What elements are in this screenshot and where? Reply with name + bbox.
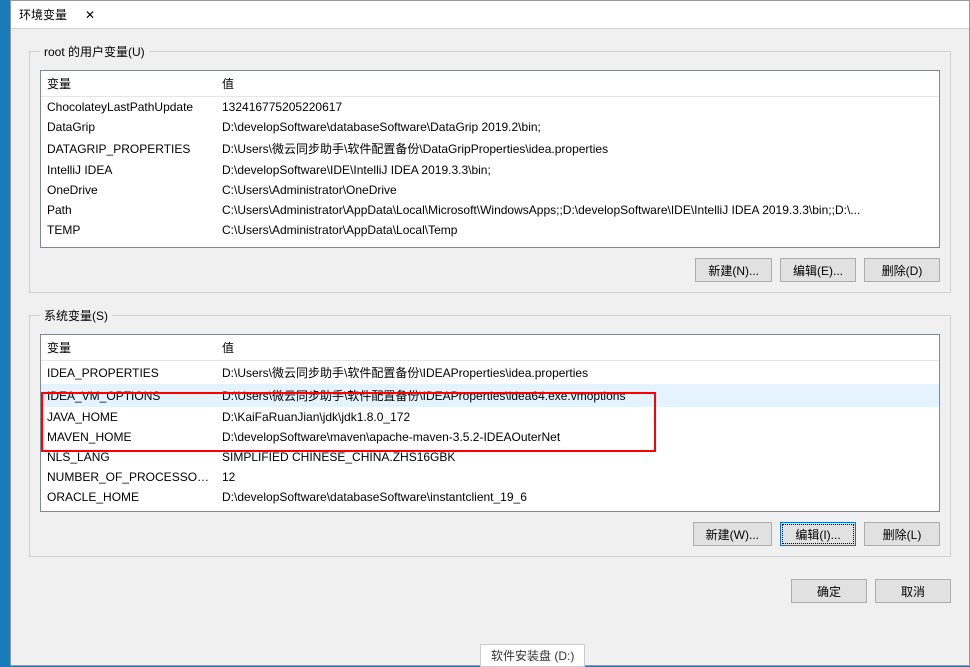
system-delete-button[interactable]: 删除(L) — [864, 522, 940, 546]
sys-col-variable[interactable]: 变量 — [41, 335, 216, 361]
system-vars-table-wrap[interactable]: 变量 值 IDEA_PROPERTIESD:\Users\微云同步助手\软件配置… — [40, 334, 940, 512]
sys-col-value[interactable]: 值 — [216, 335, 939, 361]
cancel-button[interactable]: 取消 — [875, 579, 951, 603]
table-row[interactable]: JAVA_HOMED:\KaiFaRuanJian\jdk\jdk1.8.0_1… — [41, 407, 939, 427]
user-vars-group: root 的用户变量(U) 变量 值 ChocolateyLastPathUpd… — [29, 43, 951, 293]
user-edit-button[interactable]: 编辑(E)... — [780, 258, 856, 282]
system-vars-group: 系统变量(S) 变量 值 IDEA_PROPERTIESD:\Users\微云同… — [29, 307, 951, 557]
user-vars-table: 变量 值 ChocolateyLastPathUpdate13241677520… — [41, 71, 939, 240]
close-button[interactable]: ✕ — [67, 1, 113, 29]
dialog-content: root 的用户变量(U) 变量 值 ChocolateyLastPathUpd… — [11, 29, 969, 665]
table-row[interactable]: OneDriveC:\Users\Administrator\OneDrive — [41, 180, 939, 200]
table-row[interactable]: DataGripD:\developSoftware\databaseSoftw… — [41, 117, 939, 137]
ok-button[interactable]: 确定 — [791, 579, 867, 603]
system-vars-table: 变量 值 IDEA_PROPERTIESD:\Users\微云同步助手\软件配置… — [41, 335, 939, 507]
user-new-button[interactable]: 新建(N)... — [695, 258, 772, 282]
user-vars-legend: root 的用户变量(U) — [40, 43, 149, 60]
table-row-selected[interactable]: IDEA_VM_OPTIONSD:\Users\微云同步助手\软件配置备份\ID… — [41, 384, 939, 407]
user-vars-table-wrap[interactable]: 变量 值 ChocolateyLastPathUpdate13241677520… — [40, 70, 940, 248]
user-col-variable[interactable]: 变量 — [41, 71, 216, 97]
table-row[interactable]: PathC:\Users\Administrator\AppData\Local… — [41, 200, 939, 220]
user-col-value[interactable]: 值 — [216, 71, 939, 97]
table-row[interactable]: MAVEN_HOMED:\developSoftware\maven\apach… — [41, 427, 939, 447]
user-delete-button[interactable]: 删除(D) — [864, 258, 940, 282]
close-icon: ✕ — [85, 8, 95, 22]
system-vars-buttons: 新建(W)... 编辑(I)... 删除(L) — [40, 522, 940, 546]
window-title: 环境变量 — [19, 6, 67, 23]
env-vars-dialog: 环境变量 ✕ root 的用户变量(U) 变量 值 ChocolateyLast… — [10, 0, 970, 666]
bottom-hint: 软件安装盘 (D:) — [480, 644, 585, 667]
titlebar: 环境变量 ✕ — [11, 1, 969, 29]
system-new-button[interactable]: 新建(W)... — [693, 522, 772, 546]
table-row[interactable]: IDEA_PROPERTIESD:\Users\微云同步助手\软件配置备份\ID… — [41, 361, 939, 385]
table-row[interactable]: TEMPC:\Users\Administrator\AppData\Local… — [41, 220, 939, 240]
table-row[interactable]: IntelliJ IDEAD:\developSoftware\IDE\Inte… — [41, 160, 939, 180]
system-vars-legend: 系统变量(S) — [40, 307, 112, 324]
system-edit-button[interactable]: 编辑(I)... — [780, 522, 856, 546]
user-vars-buttons: 新建(N)... 编辑(E)... 删除(D) — [40, 258, 940, 282]
dialog-buttons: 确定 取消 — [29, 571, 951, 603]
table-row[interactable]: DATAGRIP_PROPERTIESD:\Users\微云同步助手\软件配置备… — [41, 137, 939, 160]
table-row[interactable]: NUMBER_OF_PROCESSORS12 — [41, 467, 939, 487]
table-row[interactable]: ORACLE_HOMED:\developSoftware\databaseSo… — [41, 487, 939, 507]
table-row[interactable]: ChocolateyLastPathUpdate1324167752052206… — [41, 97, 939, 118]
table-row[interactable]: NLS_LANGSIMPLIFIED CHINESE_CHINA.ZHS16GB… — [41, 447, 939, 467]
